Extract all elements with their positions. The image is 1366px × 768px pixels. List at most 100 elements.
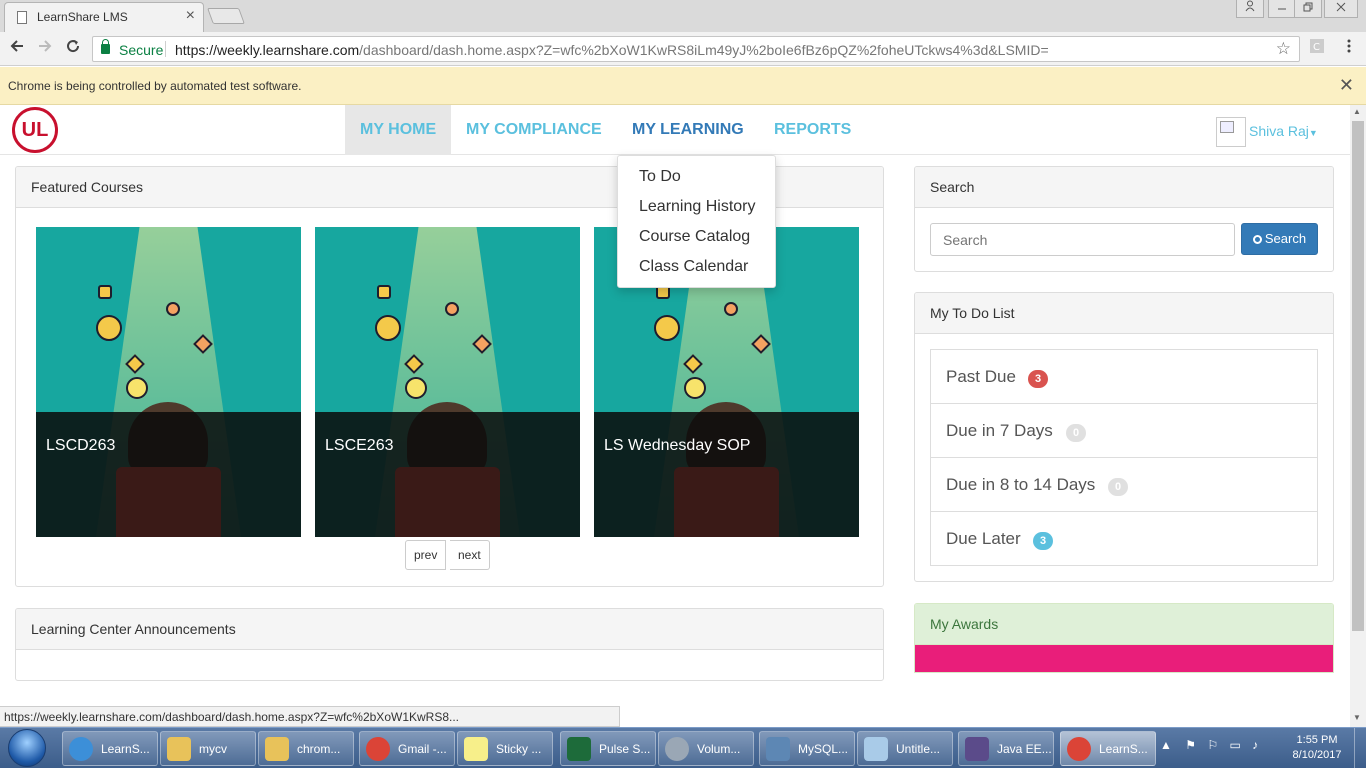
start-button[interactable]	[2, 729, 52, 767]
menu-item-course-catalog[interactable]: Course Catalog	[639, 228, 750, 246]
infobar-close-icon[interactable]: ✕	[1339, 75, 1354, 96]
search-input[interactable]	[930, 223, 1235, 256]
minimize-icon[interactable]	[1268, 0, 1296, 18]
page-content: UL MY HOME MY COMPLIANCE MY LEARNING REP…	[0, 105, 1350, 710]
display-icon[interactable]: ▭	[1229, 738, 1240, 752]
browser-title-bar: LearnShare LMS ×	[0, 0, 1366, 32]
todo-heading: My To Do List	[915, 293, 1333, 334]
browser-toolbar: Secure https://weekly.learnshare.com/das…	[0, 32, 1366, 66]
scroll-up-icon[interactable]: ▲	[1353, 107, 1361, 116]
menu-item-to-do[interactable]: To Do	[639, 168, 681, 186]
prev-button[interactable]: prev	[405, 540, 447, 570]
tab-close-icon[interactable]: ×	[186, 8, 195, 24]
awards-banner	[915, 645, 1333, 672]
show-hidden-icons[interactable]: ▲	[1160, 738, 1172, 752]
awards-panel: My Awards	[914, 603, 1334, 673]
course-image-shape	[166, 302, 180, 316]
search-button[interactable]: Search	[1241, 223, 1318, 255]
scrollbar-thumb[interactable]	[1352, 121, 1364, 631]
course-image-shape	[654, 315, 680, 341]
nav-my-compliance[interactable]: MY COMPLIANCE	[451, 105, 617, 155]
taskbar-item-label: chrom...	[297, 742, 341, 756]
status-bar: https://weekly.learnshare.com/dashboard/…	[0, 706, 620, 727]
network-icon[interactable]: ⚑	[1185, 738, 1196, 752]
ie-icon	[69, 737, 93, 761]
todo-item-past-due[interactable]: Past Due 3	[931, 350, 1317, 404]
profile-icon[interactable]	[1236, 0, 1264, 18]
taskbar-item[interactable]: Sticky ...	[457, 731, 553, 766]
restore-icon[interactable]	[1294, 0, 1322, 18]
taskbar-item[interactable]: Untitle...	[857, 731, 953, 766]
new-tab-button[interactable]	[207, 8, 245, 24]
search-panel: Search	[914, 166, 1334, 272]
my-learning-dropdown: To Do Learning History Course Catalog Cl…	[617, 155, 776, 288]
todo-item-label: Due Later	[946, 529, 1021, 548]
course-title[interactable]: LS Wednesday SOP	[604, 437, 750, 455]
search-heading: Search	[915, 167, 1333, 208]
mysql-workbench-icon	[766, 737, 790, 761]
taskbar-item-label: Gmail -...	[398, 742, 447, 756]
clock-time: 1:55 PM	[1296, 734, 1338, 746]
taskbar-item-label: Java EE...	[997, 742, 1052, 756]
course-image-shape	[126, 377, 148, 399]
todo-item-due-later[interactable]: Due Later 3	[931, 512, 1317, 566]
todo-item-due-7-days[interactable]: Due in 7 Days 0	[931, 404, 1317, 458]
taskbar-item[interactable]: Volum...	[658, 731, 754, 766]
count-badge: 0	[1066, 424, 1086, 442]
course-image-shape	[684, 377, 706, 399]
course-image-shape	[724, 302, 738, 316]
taskbar-item[interactable]: Pulse S...	[560, 731, 656, 766]
nav-my-learning[interactable]: MY LEARNING	[617, 105, 759, 155]
avatar	[1216, 117, 1246, 147]
search-icon	[1252, 235, 1262, 244]
system-tray: ▲ ⚑ ⚐ ▭ ♪	[1160, 738, 1258, 752]
action-center-icon[interactable]: ⚐	[1207, 738, 1218, 752]
back-icon[interactable]	[6, 38, 28, 60]
menu-item-class-calendar[interactable]: Class Calendar	[639, 258, 748, 276]
ul-logo[interactable]: UL	[12, 107, 58, 153]
page-icon	[17, 11, 27, 24]
taskbar-item[interactable]: chrom...	[258, 731, 354, 766]
taskbar-item[interactable]: LearnS...	[62, 731, 158, 766]
forward-icon[interactable]	[34, 38, 56, 60]
course-image-shape	[377, 285, 391, 299]
scroll-down-icon[interactable]: ▼	[1353, 713, 1361, 722]
page-scrollbar[interactable]: ▲ ▼	[1350, 105, 1366, 727]
next-button[interactable]: next	[450, 540, 490, 570]
browser-tab[interactable]: LearnShare LMS ×	[4, 2, 204, 32]
logo-text: UL	[21, 119, 49, 141]
taskbar-item[interactable]: MySQL...	[759, 731, 855, 766]
taskbar-item[interactable]: Gmail -...	[359, 731, 455, 766]
course-image-shape	[375, 315, 401, 341]
course-card[interactable]: LSCE263	[315, 227, 580, 537]
folder-icon	[265, 737, 289, 761]
count-badge: 0	[1108, 478, 1128, 496]
bookmark-star-icon[interactable]: ☆	[1276, 39, 1291, 59]
system-clock[interactable]: 1:55 PM 8/10/2017	[1285, 733, 1349, 763]
todo-item-due-8-14-days[interactable]: Due in 8 to 14 Days 0	[931, 458, 1317, 512]
extension-icon[interactable]: C	[1306, 38, 1328, 60]
course-card[interactable]: LSCD263	[36, 227, 301, 537]
nav-my-home[interactable]: MY HOME	[345, 105, 451, 155]
menu-item-learning-history[interactable]: Learning History	[639, 198, 756, 216]
volume-icon[interactable]: ♪	[1252, 738, 1258, 752]
chrome-icon	[1067, 737, 1091, 761]
caret-down-icon: ▼	[1308, 128, 1318, 138]
tab-title: LearnShare LMS	[37, 10, 128, 24]
reload-icon[interactable]	[62, 38, 84, 60]
close-window-icon[interactable]	[1324, 0, 1358, 18]
nav-reports[interactable]: REPORTS	[759, 105, 866, 155]
taskbar-item[interactable]: mycv	[160, 731, 256, 766]
todo-item-label: Past Due	[946, 367, 1016, 386]
show-desktop-button[interactable]	[1354, 728, 1366, 768]
address-bar[interactable]: Secure https://weekly.learnshare.com/das…	[92, 36, 1300, 62]
menu-icon[interactable]	[1338, 38, 1360, 60]
user-name[interactable]: Shiva Raj▼	[1249, 123, 1318, 139]
course-image-book	[674, 467, 779, 537]
course-title[interactable]: LSCD263	[46, 437, 115, 455]
taskbar-item[interactable]: LearnS...	[1060, 731, 1156, 766]
course-title[interactable]: LSCE263	[325, 437, 394, 455]
eclipse-icon	[965, 737, 989, 761]
taskbar-item[interactable]: Java EE...	[958, 731, 1054, 766]
awards-heading: My Awards	[915, 604, 1333, 645]
